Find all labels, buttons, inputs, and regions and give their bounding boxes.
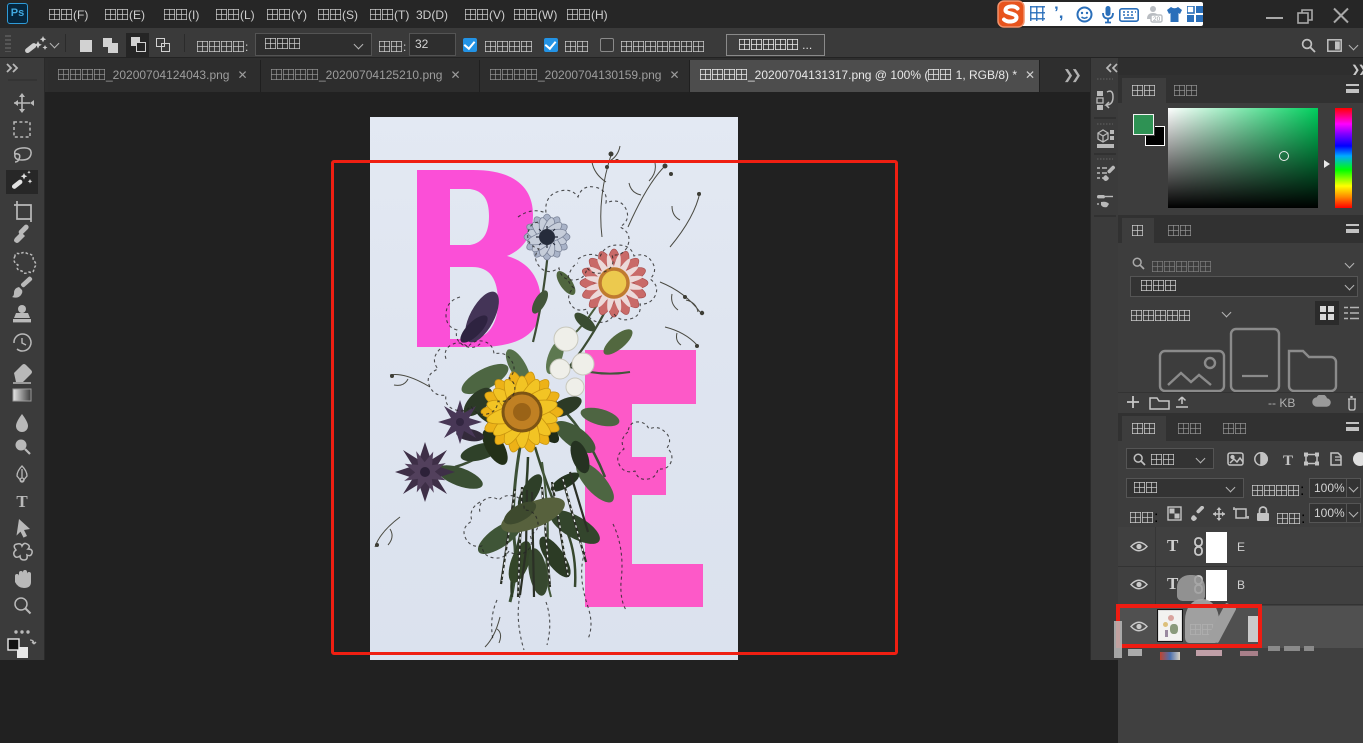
svg-text:20: 20 <box>1153 16 1161 23</box>
svg-text:T: T <box>16 492 28 511</box>
svg-text:T: T <box>1283 453 1293 467</box>
svg-text:-- KB: -- KB <box>1268 396 1295 410</box>
